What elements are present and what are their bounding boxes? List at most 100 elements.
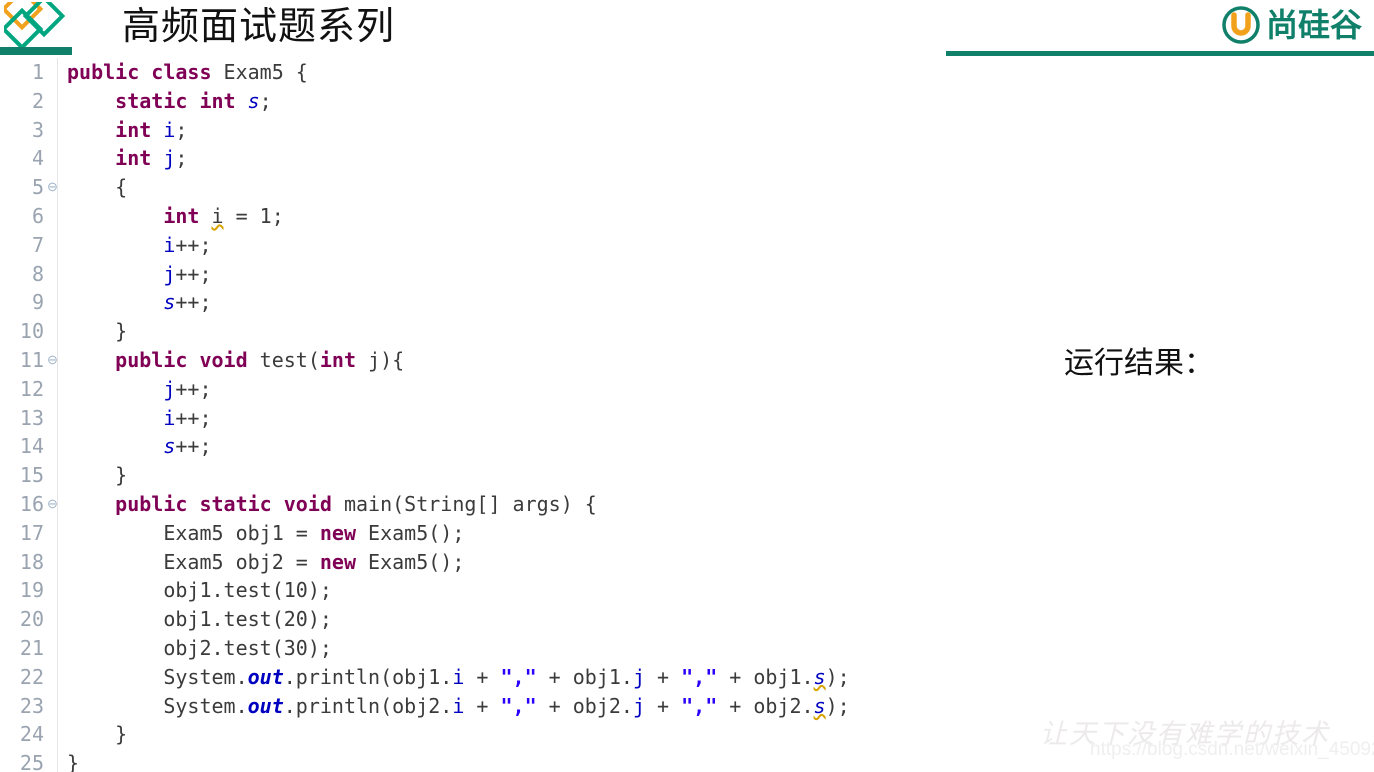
code-text: Exam5 obj2 = new Exam5(); xyxy=(59,548,464,577)
code-token: public void xyxy=(115,347,260,372)
fold-collapse-icon[interactable]: ⊖ xyxy=(46,490,59,519)
code-line[interactable]: 6 int i = 1; xyxy=(0,202,1374,231)
code-text: static int s; xyxy=(59,87,272,116)
code-text: } xyxy=(59,461,127,490)
code-token: + xyxy=(464,664,501,689)
code-token: j xyxy=(163,376,176,401)
line-number: 19 xyxy=(19,578,44,603)
code-token: ++; xyxy=(175,232,212,257)
line-number: 25 xyxy=(19,751,44,772)
code-editor[interactable]: 1 public class Exam5 {2 static int s; 3 in… xyxy=(0,58,1374,772)
header-divider-rule xyxy=(946,51,1374,56)
line-number: 12 xyxy=(19,376,44,401)
code-line[interactable]: 1 public class Exam5 { xyxy=(0,58,1374,87)
line-number: 3 xyxy=(31,117,44,142)
line-number: 22 xyxy=(19,664,44,689)
code-line[interactable]: 9 s++; xyxy=(0,288,1374,317)
code-line[interactable]: 14 s++; xyxy=(0,432,1374,461)
code-token: int xyxy=(163,203,212,228)
brand-logo: 尚硅谷 xyxy=(1222,4,1362,46)
code-token: int xyxy=(115,146,164,171)
code-text: System.out.println(obj1.i + "," + obj1.j… xyxy=(59,663,849,692)
code-token: public static void xyxy=(115,491,344,516)
code-token: + xyxy=(464,693,501,718)
code-text: j++; xyxy=(59,375,211,404)
code-text: int i = 1; xyxy=(59,202,283,231)
code-token: new xyxy=(319,549,369,574)
code-line[interactable]: 5 ⊖ { xyxy=(0,173,1374,202)
code-text: s++; xyxy=(59,288,212,317)
line-number: 1 xyxy=(31,60,44,84)
code-line[interactable]: 13 i++; xyxy=(0,404,1374,433)
code-token: ++; xyxy=(175,261,212,286)
code-token: ; xyxy=(175,146,188,171)
code-token: { xyxy=(67,175,128,200)
code-token: + obj2. xyxy=(717,693,814,718)
code-token: i xyxy=(211,203,224,228)
code-text: obj1.test(10); xyxy=(59,576,332,605)
code-line[interactable]: 10 } xyxy=(0,317,1374,346)
code-token: int xyxy=(319,347,369,372)
code-token: j xyxy=(163,146,176,171)
line-number: 5 xyxy=(31,175,44,200)
code-line[interactable]: 2 static int s; xyxy=(0,87,1374,116)
line-number: 16 xyxy=(19,491,44,516)
code-text: obj1.test(20); xyxy=(59,605,332,634)
fold-collapse-icon[interactable]: ⊖ xyxy=(46,346,59,375)
code-line[interactable]: 20 obj1.test(20); xyxy=(0,605,1374,634)
code-line[interactable]: 3 int i; xyxy=(0,116,1374,145)
code-token: test( xyxy=(259,347,320,372)
code-token: i xyxy=(163,232,176,257)
code-token: Exam5(); xyxy=(368,520,465,545)
line-number: 7 xyxy=(31,232,44,257)
code-text: int i; xyxy=(59,116,187,145)
code-token: i xyxy=(452,664,465,689)
line-number: 13 xyxy=(19,405,44,430)
code-line[interactable]: 16 ⊖ public static void main(String[] arg… xyxy=(0,490,1374,519)
code-token: Exam5 obj1 = xyxy=(67,520,320,545)
line-number: 8 xyxy=(31,261,44,286)
code-line[interactable]: 23 System.out.println(obj2.i + "," + obj… xyxy=(0,692,1374,721)
code-line[interactable]: 22 System.out.println(obj1.i + "," + obj… xyxy=(0,663,1374,692)
code-line[interactable]: 18 Exam5 obj2 = new Exam5(); xyxy=(0,548,1374,577)
code-line[interactable]: 7 i++; xyxy=(0,231,1374,260)
code-text: Exam5 obj1 = new Exam5(); xyxy=(59,519,464,548)
code-text: i++; xyxy=(59,231,212,260)
code-line[interactable]: 8 j++; xyxy=(0,260,1374,289)
code-token: obj2.test(30); xyxy=(67,635,332,660)
code-text: } xyxy=(59,720,127,749)
fold-collapse-icon[interactable]: ⊖ xyxy=(46,173,59,202)
code-token: out xyxy=(247,664,284,689)
code-token: } xyxy=(67,751,80,772)
code-token: ++; xyxy=(175,290,212,315)
code-token: i xyxy=(163,405,176,430)
code-token: obj1.test(10); xyxy=(67,578,332,603)
code-line[interactable]: 19 obj1.test(10); xyxy=(0,576,1374,605)
code-token: ++; xyxy=(175,434,212,459)
code-line[interactable]: 15 } xyxy=(0,461,1374,490)
code-token: "," xyxy=(500,693,537,718)
line-number: 17 xyxy=(19,520,44,545)
code-line[interactable]: 21 obj2.test(30); xyxy=(0,634,1374,663)
code-line[interactable]: 17 Exam5 obj1 = new Exam5(); xyxy=(0,519,1374,548)
page-title: 高频面试题系列 xyxy=(122,4,396,48)
code-text: System.out.println(obj2.i + "," + obj2.j… xyxy=(59,692,849,721)
code-token: ; xyxy=(175,117,188,142)
code-token: j xyxy=(632,693,645,718)
result-label: 运行结果： xyxy=(1064,346,1214,381)
code-line[interactable]: 4 int j; xyxy=(0,144,1374,173)
code-token: .println(obj2. xyxy=(283,693,453,718)
code-text: int j; xyxy=(59,144,187,173)
code-text: { xyxy=(59,173,127,202)
code-text: i++; xyxy=(59,404,211,433)
code-token: j xyxy=(163,261,176,286)
code-text: s++; xyxy=(59,432,212,461)
